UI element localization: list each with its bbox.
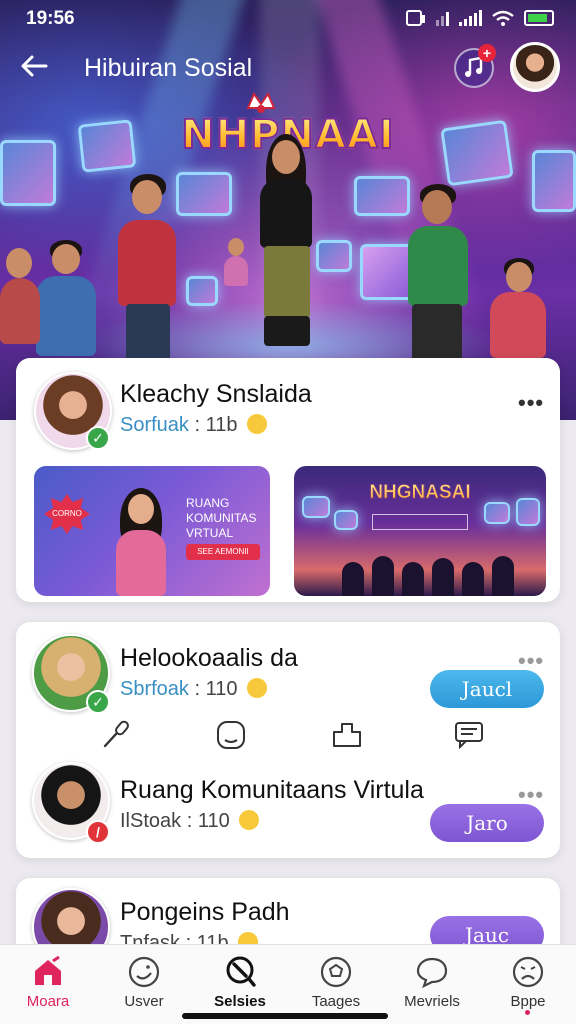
status-time: 19:56 xyxy=(26,8,75,29)
post-meta: IlStoak : 110 xyxy=(120,810,260,833)
emoji-icon xyxy=(239,810,260,830)
promo-badge: CORNO SLAI xyxy=(44,494,90,534)
post-meta-key: Sorfuak xyxy=(120,414,189,436)
wifi-icon xyxy=(492,10,514,26)
emoji-icon xyxy=(247,678,268,698)
post-meta-key: Sbrfoak xyxy=(120,678,189,700)
post-author-name[interactable]: Ruang Komunitaans Virtula xyxy=(120,776,424,805)
notification-badge: + xyxy=(478,44,496,62)
person-figure xyxy=(222,238,250,308)
nav-label: Usver xyxy=(124,993,164,1010)
verified-badge-icon: ✓ xyxy=(86,426,110,450)
nav-label: Selsies xyxy=(214,993,266,1010)
nav-label: Taages xyxy=(311,993,361,1010)
nav-label: Bppe xyxy=(510,993,546,1010)
message-list-icon[interactable] xyxy=(452,718,486,752)
banner-logo-icon xyxy=(246,92,276,113)
photo-frame xyxy=(532,150,576,212)
crowd-figure xyxy=(492,556,514,596)
compass-icon xyxy=(226,956,256,987)
alert-badge-icon: / xyxy=(86,820,110,844)
microphone-icon[interactable] xyxy=(100,718,134,752)
notification-dot xyxy=(525,1010,530,1015)
sad-face-icon xyxy=(512,956,544,988)
join-button[interactable]: Jaro xyxy=(430,804,544,842)
soccer-icon xyxy=(320,956,352,988)
action-icon-row xyxy=(16,718,560,758)
home-indicator[interactable] xyxy=(182,1013,388,1019)
photo-frame xyxy=(334,510,358,530)
stage-screen xyxy=(372,514,468,530)
nav-item-tags[interactable]: Taages xyxy=(288,955,384,1017)
post-author-name[interactable]: Helookoaalis da xyxy=(120,644,298,673)
battery-icon xyxy=(524,10,554,26)
face-icon xyxy=(128,956,160,988)
post-meta-value: : 110 xyxy=(194,678,238,700)
status-bar: 19:56 xyxy=(0,0,576,40)
post-meta-value: : 110 xyxy=(186,810,230,832)
nav-item-user[interactable]: Usver xyxy=(96,955,192,1017)
person-figure xyxy=(106,488,176,596)
person-figure xyxy=(0,244,40,344)
person-figure xyxy=(490,258,560,358)
photo-frame xyxy=(302,496,330,518)
nav-item-explore[interactable]: Selsies xyxy=(192,955,288,1017)
thumbnail-community[interactable]: CORNO SLAI RUANG KOMUNITAS VRTUAL SEE AE… xyxy=(34,466,270,596)
person-figure xyxy=(112,174,202,364)
crowd-figure xyxy=(372,556,394,596)
post-meta: Sbrfoak : 110 xyxy=(120,678,268,701)
photo-frame xyxy=(484,502,510,524)
signal-strength-icon xyxy=(459,10,482,26)
image-notification-icon xyxy=(406,10,425,26)
post-meta-value: : 11b xyxy=(194,414,238,436)
home-icon xyxy=(35,955,61,985)
back-arrow-icon[interactable] xyxy=(18,50,50,82)
post-author-name[interactable]: Kleachy Snslaida xyxy=(120,380,312,409)
thumbnail-event[interactable]: NHGNASAI xyxy=(294,466,546,596)
more-options-icon[interactable]: ••• xyxy=(518,390,544,416)
join-button[interactable]: Jaucl xyxy=(430,670,544,708)
top-bar: Hibuiran Sosial + xyxy=(0,42,576,94)
share-box-icon[interactable] xyxy=(330,718,364,752)
page-title: Hibuiran Sosial xyxy=(84,54,253,82)
photo-frame xyxy=(516,498,540,526)
post-card[interactable]: ✓ Kleachy Snslaida Sorfuak : 11b ••• COR… xyxy=(16,358,560,602)
nav-item-messages[interactable]: Mevriels xyxy=(384,955,480,1017)
thumbnail-title: NHGNASAI xyxy=(294,482,546,504)
post-meta-key: IlStoak xyxy=(120,810,182,832)
post-card[interactable]: ✓ Helookoaalis da Sbrfoak : 110 ••• Jauc… xyxy=(16,622,560,858)
chat-icon xyxy=(416,957,448,989)
signal-weak-icon xyxy=(436,10,449,26)
nav-item-home[interactable]: Moara xyxy=(0,955,96,1017)
thumbnail-title: RUANG KOMUNITAS VRTUAL xyxy=(186,496,257,540)
crowd-figure xyxy=(342,562,364,596)
bottom-navigation: Moara Usver Selsies Taages Mevriels Bppe xyxy=(0,944,576,1024)
nav-item-app[interactable]: Bppe xyxy=(480,955,576,1017)
camera-lens-icon[interactable] xyxy=(214,718,248,752)
status-icons xyxy=(406,9,554,27)
verified-badge-icon: ✓ xyxy=(86,690,110,714)
person-figure xyxy=(238,134,338,354)
nav-label: Moara xyxy=(26,993,70,1010)
crowd-figure xyxy=(432,558,454,596)
person-figure xyxy=(398,184,488,364)
crowd-figure xyxy=(462,562,484,596)
emoji-icon xyxy=(247,414,268,434)
profile-avatar[interactable] xyxy=(510,42,560,92)
post-author-name[interactable]: Pongeins Padh xyxy=(120,898,290,927)
person-figure xyxy=(36,240,116,360)
nav-label: Mevriels xyxy=(404,993,460,1010)
crowd-figure xyxy=(402,562,424,596)
thumbnail-cta-button[interactable]: SEE AEMONII xyxy=(186,544,260,560)
post-meta: Sorfuak : 11b xyxy=(120,414,268,437)
